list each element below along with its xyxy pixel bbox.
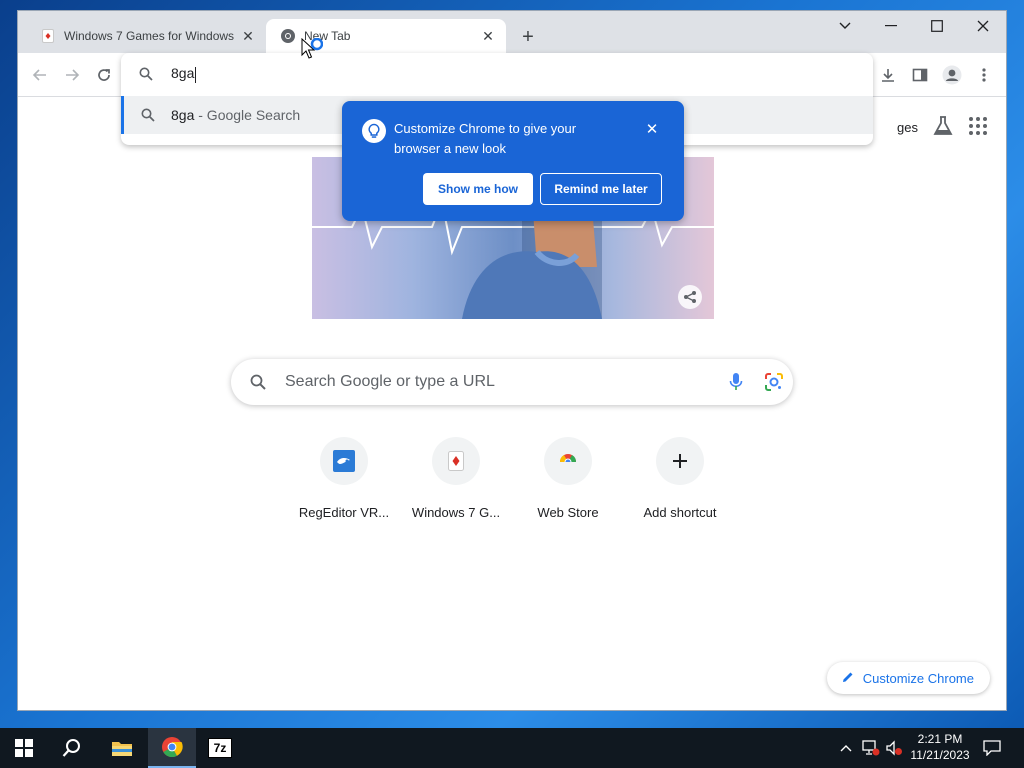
- lightbulb-icon: [362, 119, 386, 143]
- ntp-top-links: ges: [897, 115, 988, 140]
- search-icon: [121, 67, 171, 81]
- images-link[interactable]: ges: [897, 120, 918, 135]
- ntp-search-box[interactable]: Search Google or type a URL: [231, 359, 793, 405]
- chevron-up-icon[interactable]: [836, 728, 856, 768]
- start-button[interactable]: [0, 728, 48, 768]
- mouse-cursor: [301, 37, 324, 69]
- clock-time: 2:21 PM: [917, 732, 963, 746]
- new-tab-button[interactable]: +: [516, 25, 540, 49]
- file-explorer-icon[interactable]: [98, 728, 146, 768]
- 7zip-icon[interactable]: 7z: [196, 728, 244, 768]
- close-window-button[interactable]: [960, 11, 1006, 41]
- shortcut-label: Add shortcut: [643, 505, 717, 520]
- shortcut-label: Windows 7 G...: [411, 505, 501, 520]
- tab-title: New Tab: [304, 29, 351, 43]
- card-favicon-icon: [40, 28, 56, 44]
- close-icon[interactable]: ✕: [480, 28, 496, 44]
- maximize-button[interactable]: [914, 11, 960, 41]
- shortcut-regeditor[interactable]: RegEditor VR...: [288, 437, 400, 520]
- network-icon[interactable]: [860, 728, 882, 768]
- side-panel-icon[interactable]: [908, 63, 932, 87]
- taskbar: 7z 2:21 PM 11/21/2023: [0, 728, 1024, 768]
- regeditor-favicon-icon: [320, 437, 368, 485]
- labs-flask-icon[interactable]: [932, 115, 954, 140]
- shortcut-label: Web Store: [537, 505, 599, 520]
- tab-search-icon[interactable]: [822, 11, 868, 41]
- shortcuts-grid: RegEditor VR... Windows 7 G... Web Store…: [288, 437, 738, 527]
- pencil-icon: [841, 670, 855, 687]
- shortcut-web-store[interactable]: Web Store: [512, 437, 624, 520]
- search-taskbar-icon[interactable]: [48, 728, 96, 768]
- google-lens-icon[interactable]: [755, 372, 793, 392]
- close-icon[interactable]: ✕: [240, 28, 256, 44]
- 7zip-label: 7z: [208, 738, 232, 758]
- customize-chrome-button[interactable]: Customize Chrome: [826, 662, 990, 694]
- customize-label: Customize Chrome: [862, 670, 974, 686]
- search-icon: [231, 374, 285, 390]
- microphone-icon[interactable]: [717, 372, 755, 392]
- text-caret: [195, 66, 197, 83]
- shortcut-windows7-games[interactable]: Windows 7 G...: [400, 437, 512, 520]
- suggestion-query: 8ga: [171, 107, 195, 123]
- omnibox-text: 8ga: [171, 65, 195, 82]
- omnibox-input[interactable]: 8ga: [171, 65, 197, 83]
- clock-date: 11/21/2023: [910, 748, 970, 762]
- search-placeholder: Search Google or type a URL: [285, 373, 495, 390]
- promo-message: Customize Chrome to give your browser a …: [394, 121, 577, 156]
- shortcut-label: RegEditor VR...: [298, 505, 390, 520]
- share-icon[interactable]: [678, 285, 702, 309]
- chrome-favicon-icon: [280, 28, 296, 44]
- tab-strip: Windows 7 Games for Windows ✕ New Tab ✕ …: [18, 11, 1006, 53]
- apps-grid-icon[interactable]: [968, 116, 988, 139]
- plus-icon: [656, 437, 704, 485]
- shortcut-add[interactable]: Add shortcut: [624, 437, 736, 520]
- chrome-window: Windows 7 Games for Windows ✕ New Tab ✕ …: [17, 10, 1007, 711]
- chrome-taskbar-icon[interactable]: [148, 728, 196, 768]
- web-store-icon: [544, 437, 592, 485]
- notification-icon[interactable]: [978, 728, 1006, 768]
- minimize-button[interactable]: [868, 11, 914, 41]
- more-menu-icon[interactable]: [972, 63, 996, 87]
- suggestion-suffix: - Google Search: [194, 107, 301, 123]
- tab-windows7-games[interactable]: Windows 7 Games for Windows ✕: [26, 19, 266, 53]
- card-favicon-icon: [432, 437, 480, 485]
- taskbar-clock[interactable]: 2:21 PM 11/21/2023: [900, 731, 980, 763]
- search-icon: [124, 108, 171, 122]
- show-me-how-button[interactable]: Show me how: [423, 173, 533, 205]
- reload-button[interactable]: [92, 63, 116, 87]
- download-icon[interactable]: [876, 63, 900, 87]
- remind-me-later-button[interactable]: Remind me later: [540, 173, 662, 205]
- omnibox-input-row[interactable]: 8ga: [121, 53, 873, 95]
- customize-chrome-promo-bubble: Customize Chrome to give your browser a …: [342, 101, 684, 221]
- back-button[interactable]: [28, 63, 52, 87]
- profile-avatar-icon[interactable]: [940, 63, 964, 87]
- close-icon[interactable]: ✕: [642, 119, 662, 139]
- forward-button[interactable]: [60, 63, 84, 87]
- tab-title: Windows 7 Games for Windows: [64, 29, 235, 43]
